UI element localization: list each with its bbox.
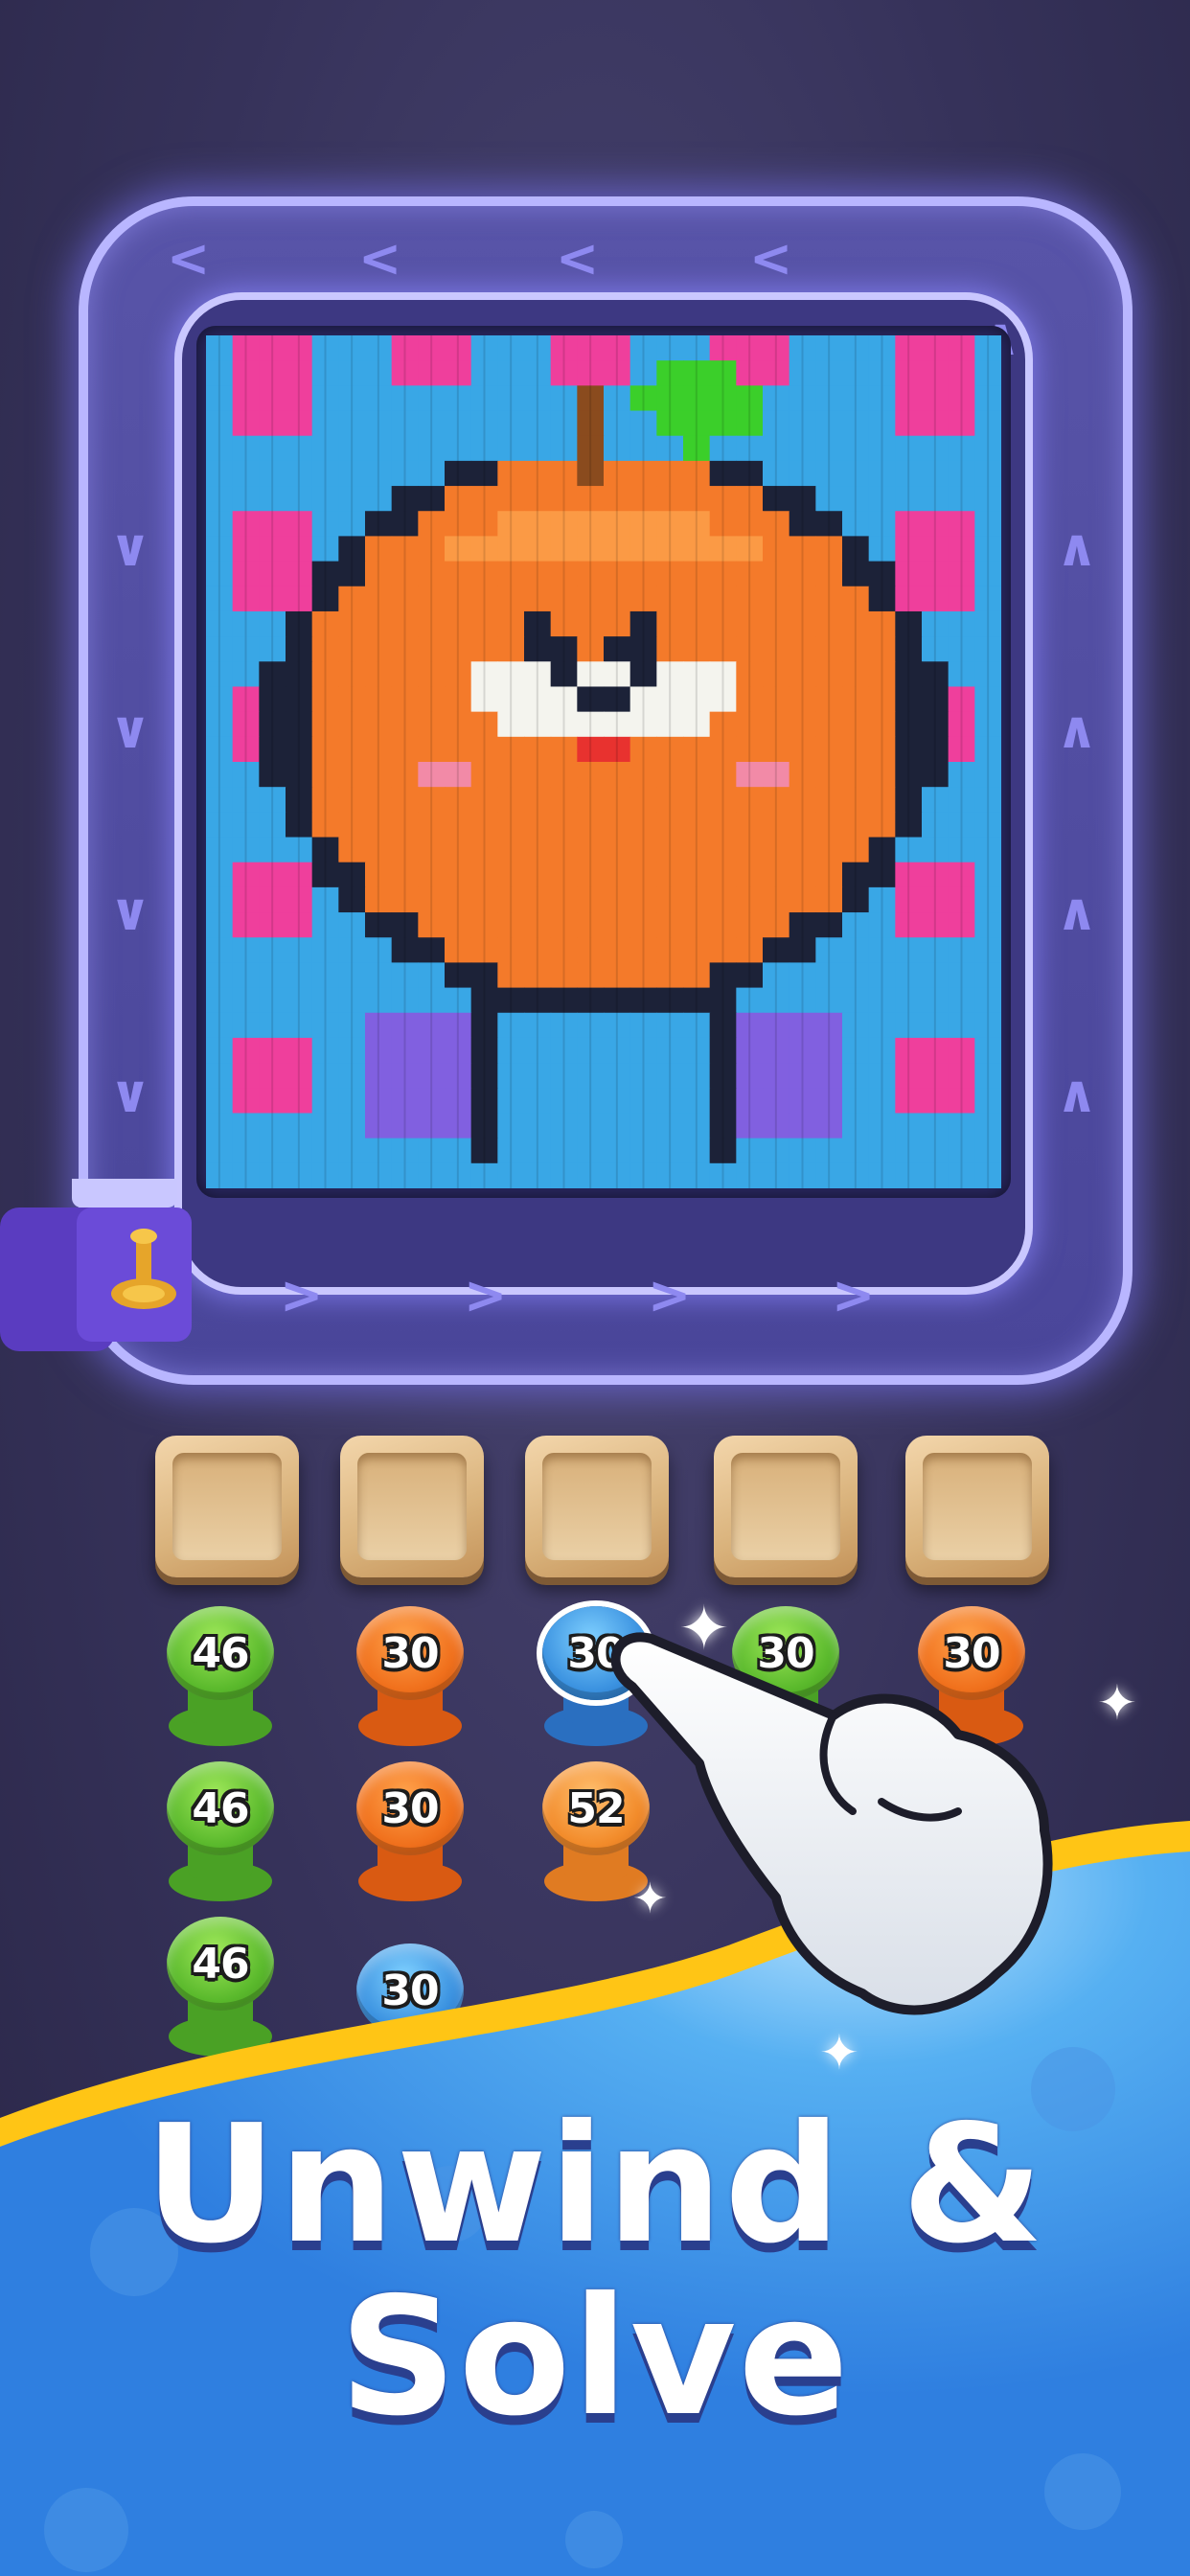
spool[interactable]: 46 (161, 1598, 280, 1752)
chevron-down-icon: ∨ (109, 700, 151, 760)
chevron-down-icon: ∨ (109, 1064, 151, 1124)
sparkle-icon: ✦ (819, 2025, 859, 2081)
knit-picture[interactable] (206, 335, 1001, 1188)
sparkle-icon: ✦ (1097, 1675, 1137, 1731)
sparkle-icon: ✦ (678, 1594, 730, 1665)
spool-machine (0, 1179, 192, 1351)
chevron-up-icon: ∧ (1056, 882, 1098, 942)
pointer-hand-icon (610, 1632, 1053, 2015)
empty-slot[interactable] (340, 1436, 484, 1577)
chevron-right-icon: > (832, 1265, 876, 1325)
spool-count: 30 (381, 1628, 439, 1678)
headline-line-1: Unwind & (144, 2090, 1046, 2280)
spool[interactable]: 30 (351, 1598, 469, 1752)
chevron-right-icon: > (648, 1265, 692, 1325)
chevron-down-icon: ∨ (109, 518, 151, 578)
empty-slot[interactable] (905, 1436, 1049, 1577)
game-screen: < < < < ∧ ∨ ∨ ∨ ∨ ∧ ∧ ∧ ∧ > > > > (0, 0, 1190, 2576)
sparkle-icon: ✦ (632, 1874, 668, 1923)
chevron-left-icon: < (556, 228, 600, 288)
chevron-up-icon: ∧ (1056, 518, 1098, 578)
chevron-left-icon: < (358, 228, 402, 288)
empty-slot[interactable] (714, 1436, 858, 1577)
chevron-down-icon: ∨ (109, 882, 151, 942)
chevron-up-icon: ∧ (1056, 1064, 1098, 1124)
chevron-right-icon: > (464, 1265, 508, 1325)
headline-line-2: Solve (339, 2263, 851, 2452)
empty-slot[interactable] (155, 1436, 299, 1577)
chevron-left-icon: < (167, 228, 211, 288)
chevron-right-icon: > (280, 1265, 324, 1325)
spool-count: 46 (192, 1628, 249, 1678)
chevron-up-icon: ∧ (1056, 700, 1098, 760)
chevron-left-icon: < (749, 228, 793, 288)
empty-slot[interactable] (525, 1436, 669, 1577)
